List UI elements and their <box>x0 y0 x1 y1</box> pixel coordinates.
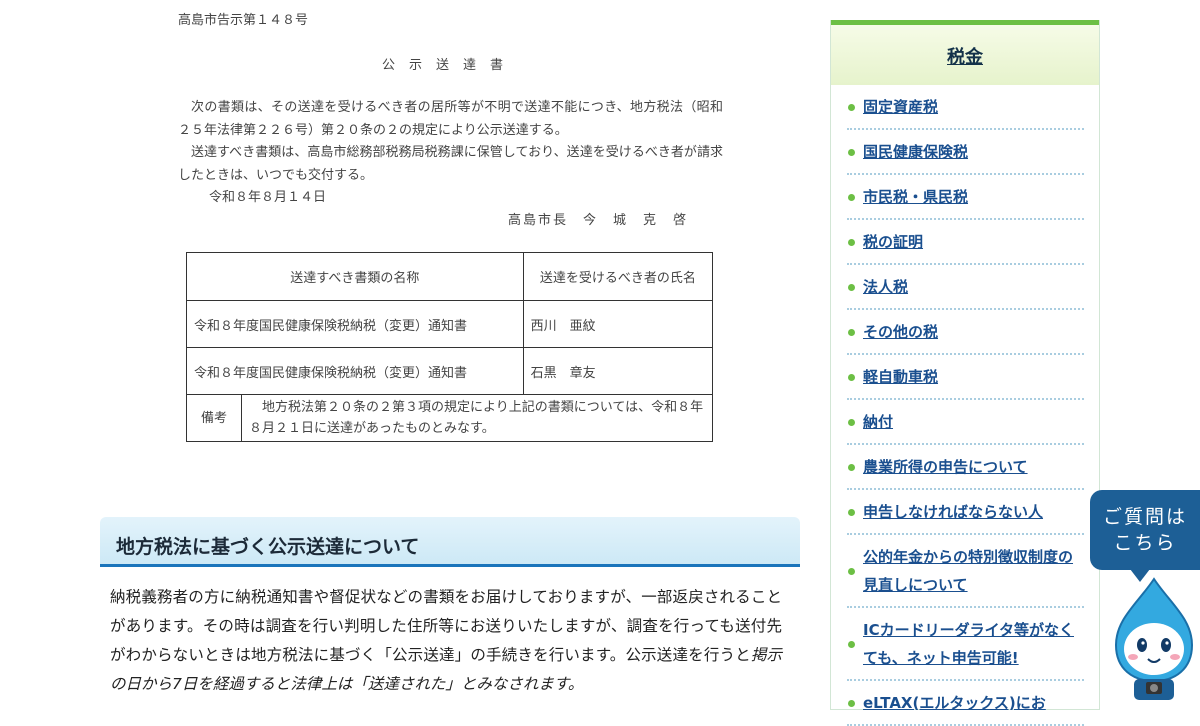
sidebar-item[interactable]: その他の税 <box>847 310 1084 355</box>
header-document-name: 送達すべき書類の名称 <box>186 252 524 301</box>
sidebar-item[interactable]: 市民税・県民税 <box>847 175 1084 220</box>
green-dot-bullet-icon <box>848 283 855 291</box>
sidebar-item[interactable]: eLTAX(エルタックス)にお <box>847 681 1084 726</box>
green-dot-bullet-icon <box>848 699 855 707</box>
sidebar-item-link[interactable]: 納付 <box>863 413 893 431</box>
documents-table: 送達すべき書類の名称 送達を受けるべき者の氏名 令和８年度国民健康保険税納税（変… <box>186 252 714 442</box>
sidebar-title[interactable]: 税金 <box>947 43 983 69</box>
sidebar-item[interactable]: 農業所得の申告について <box>847 445 1084 490</box>
sidebar-item-link[interactable]: 固定資産税 <box>863 98 938 116</box>
sidebar-item[interactable]: 固定資産税 <box>847 85 1084 130</box>
green-dot-bullet-icon <box>848 373 855 381</box>
sidebar-header: 税金 <box>831 20 1099 85</box>
sidebar-item[interactable]: 納付 <box>847 400 1084 445</box>
recipient-name-cell: 石黒 章友 <box>522 347 714 395</box>
table-header-row: 送達すべき書類の名称 送達を受けるべき者の氏名 <box>186 252 714 301</box>
green-dot-bullet-icon <box>848 640 855 648</box>
remark-row: 備考 地方税法第２０条の２第３項の規定により上記の書類については、令和８年８月２… <box>186 394 713 442</box>
sidebar-item-link[interactable]: 法人税 <box>863 278 908 296</box>
sidebar-item[interactable]: 税の証明 <box>847 220 1084 265</box>
sidebar-item-link[interactable]: 農業所得の申告について <box>863 458 1028 476</box>
notice-body: 次の書類は、その送達を受けるべき者の居所等が不明で送達不能につき、地方税法（昭和… <box>178 97 723 187</box>
sidebar-item-link[interactable]: 国民健康保険税 <box>863 143 968 161</box>
green-dot-bullet-icon <box>848 193 855 201</box>
green-dot-bullet-icon <box>848 463 855 471</box>
green-dot-bullet-icon <box>848 567 855 575</box>
section-body: 納税義務者の方に納税通知書や督促状などの書類をお届けしておりますが、一部返戻され… <box>110 583 782 699</box>
green-dot-bullet-icon <box>848 103 855 111</box>
section-heading: 地方税法に基づく公示送達について <box>100 517 800 567</box>
help-button[interactable]: ご質問は こちら <box>1090 490 1200 582</box>
recipient-name-cell: 西川 亜紋 <box>522 300 714 348</box>
green-dot-bullet-icon <box>848 508 855 516</box>
notice-issuer: 高島市長 今 城 克 啓 <box>508 213 689 228</box>
green-dot-bullet-icon <box>848 328 855 336</box>
sidebar-item-link[interactable]: その他の税 <box>863 323 938 341</box>
document-name-cell: 令和８年度国民健康保険税納税（変更）通知書 <box>186 347 524 395</box>
section-body-text: 納税義務者の方に納税通知書や督促状などの書類をお届けしておりますが、一部返戻され… <box>110 588 782 664</box>
sidebar-menu: 税金 固定資産税 国民健康保険税 市民税・県民税 税の証明 法人税 その他の税 … <box>830 20 1100 726</box>
help-line-1: ご質問は <box>1102 506 1187 528</box>
table-row: 令和８年度国民健康保険税納税（変更）通知書 西川 亜紋 <box>186 300 714 348</box>
green-dot-bullet-icon <box>848 238 855 246</box>
sidebar-item-link[interactable]: 軽自動車税 <box>863 368 938 386</box>
help-line-2: こちら <box>1113 532 1177 554</box>
green-dot-bullet-icon <box>848 148 855 156</box>
sidebar-item-link[interactable]: 公的年金からの特別徴収制度の見直しについて <box>863 548 1073 594</box>
header-recipient-name: 送達を受けるべき者の氏名 <box>522 252 714 301</box>
green-dot-bullet-icon <box>848 418 855 426</box>
sidebar-item-link[interactable]: 市民税・県民税 <box>863 188 968 206</box>
table-row: 令和８年度国民健康保険税納税（変更）通知書 石黒 章友 <box>186 347 714 395</box>
sidebar-item-link[interactable]: ICカードリーダライタ等がなくても、ネット申告可能! <box>863 621 1074 667</box>
notice-paragraph-2: 送達すべき書類は、高島市総務部税務局税務課に保管しており、送達を受けるべき者が請… <box>178 145 723 183</box>
section-heading-title: 地方税法に基づく公示送達について <box>116 536 420 558</box>
document-name-cell: 令和８年度国民健康保険税納税（変更）通知書 <box>186 300 524 348</box>
notice-date: 令和８年８月１４日 <box>209 190 327 205</box>
water-drop-mascot-icon[interactable] <box>1108 575 1200 700</box>
sidebar-item[interactable]: 軽自動車税 <box>847 355 1084 400</box>
sidebar-list: 固定資産税 国民健康保険税 市民税・県民税 税の証明 法人税 その他の税 軽自動… <box>831 85 1099 726</box>
sidebar-item-link[interactable]: 税の証明 <box>863 233 923 251</box>
sidebar-item[interactable]: 法人税 <box>847 265 1084 310</box>
notice-paragraph-1: 次の書類は、その送達を受けるべき者の居所等が不明で送達不能につき、地方税法（昭和… <box>178 100 723 138</box>
notice-title: 公示送達書 <box>382 58 518 73</box>
sidebar-item[interactable]: ICカードリーダライタ等がなくても、ネット申告可能! <box>847 608 1084 681</box>
sidebar-item-link[interactable]: eLTAX(エルタックス)にお <box>863 694 1046 712</box>
sidebar-item[interactable]: 公的年金からの特別徴収制度の見直しについて <box>847 535 1084 608</box>
help-button-label: ご質問は こちら <box>1090 490 1200 556</box>
sidebar-item[interactable]: 申告しなければならない人 <box>847 490 1084 535</box>
notice-number: 高島市告示第１４８号 <box>178 13 309 28</box>
remark-text: 地方税法第２０条の２第３項の規定により上記の書類については、令和８年８月２１日に… <box>241 394 713 442</box>
sidebar-item[interactable]: 国民健康保険税 <box>847 130 1084 175</box>
sidebar-item-link[interactable]: 申告しなければならない人 <box>863 503 1043 521</box>
remark-label: 備考 <box>186 394 242 442</box>
